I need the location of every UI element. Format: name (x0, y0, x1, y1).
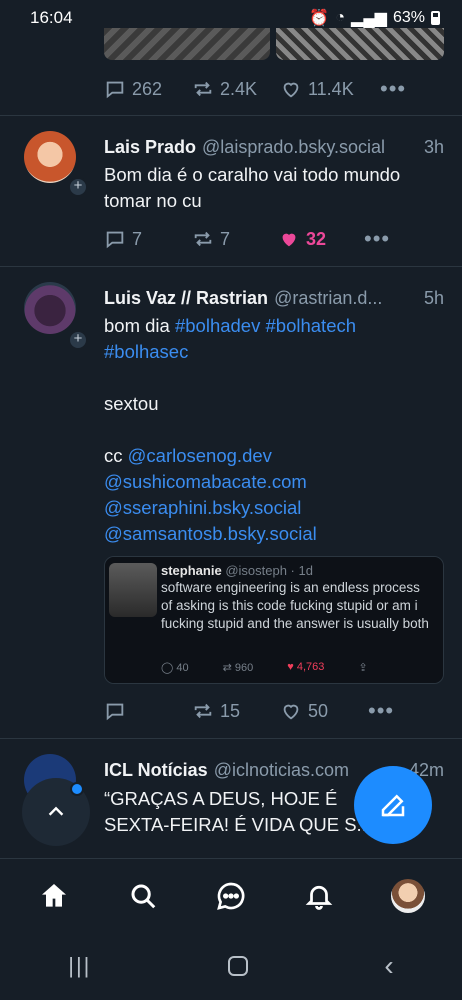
like-button[interactable]: 11.4K (280, 78, 380, 100)
post-text: bom dia #bolhadev #bolhatech #bolhasec s… (104, 315, 357, 544)
search-icon (131, 884, 155, 908)
back-icon[interactable]: ‹ (384, 950, 393, 982)
quoted-retweets: ⇄ 960 (222, 662, 254, 674)
author-name[interactable]: Lais Prado (104, 137, 196, 158)
heart-icon (283, 704, 299, 720)
repost-icon (194, 703, 212, 719)
mention-link[interactable]: @carlosenog.dev (128, 445, 272, 466)
follow-plus-icon[interactable]: + (68, 330, 88, 350)
quoted-text: software engineering is an endless proce… (161, 580, 429, 631)
repost-button[interactable]: 2.4K (192, 78, 280, 100)
quoted-stats: ◯ 40 ⇄ 960 ♥ 4,763 ⇪ (161, 661, 368, 674)
hashtag-link[interactable]: #bolhatech (266, 315, 357, 336)
like-button[interactable]: 32 (278, 228, 364, 250)
divider (0, 738, 462, 739)
reply-button[interactable]: 262 (104, 78, 192, 100)
divider (0, 266, 462, 267)
reply-button[interactable]: 7 (104, 228, 192, 250)
quoted-avatar (109, 563, 157, 617)
post-text: Bom dia é o caralho vai todo mundo tomar… (104, 164, 401, 211)
repost-button[interactable]: 15 (192, 700, 280, 722)
mention-link[interactable]: @samsantosb.bsky.social (104, 523, 317, 544)
post-time: 3h (423, 137, 444, 157)
chevron-up-icon (48, 806, 64, 816)
battery-level: 63% (392, 9, 425, 26)
tab-home[interactable] (30, 872, 78, 920)
tab-notifications[interactable] (295, 872, 343, 920)
author-handle[interactable]: @laisprado.bsky.social (202, 137, 416, 158)
mention-link[interactable]: @sseraphini.bsky.social (104, 497, 301, 518)
divider (0, 115, 462, 116)
status-icons: ⏰ ◔ ▂▄▆ 63% (309, 8, 440, 28)
quoted-author: stephanie @isosteph · 1d (161, 563, 313, 578)
like-button[interactable]: 50 (280, 700, 368, 722)
post-actions: 7 7 32 ••• (104, 226, 390, 252)
hashtag-link[interactable]: #bolhadev (175, 315, 260, 336)
system-nav-bar: ||| ‹ (0, 932, 462, 1000)
previous-post-actions: 262 2.4K 11.4K ••• (104, 76, 406, 102)
post-actions: 15 50 ••• (104, 698, 394, 724)
quoted-likes: ♥ 4,763 (287, 661, 325, 673)
tab-chat[interactable] (207, 872, 255, 920)
more-options-button[interactable]: ••• (364, 226, 390, 252)
reply-icon (106, 231, 124, 249)
post-time: 5h (423, 288, 444, 308)
bottom-tab-bar (0, 858, 462, 932)
reply-icon (106, 703, 124, 721)
repost-button[interactable]: 7 (192, 228, 278, 250)
author-handle[interactable]: @rastrian.d... (274, 288, 416, 309)
avatar[interactable] (24, 282, 76, 334)
share-icon: ⇪ (358, 662, 368, 674)
avatar[interactable] (24, 131, 76, 183)
embedded-image[interactable]: stephanie @isosteph · 1d software engine… (104, 556, 444, 684)
compose-icon (381, 794, 405, 817)
reply-icon (106, 81, 124, 99)
feed: 262 2.4K 11.4K ••• + Lais Prado @laispra… (0, 0, 462, 858)
tab-profile[interactable] (384, 872, 432, 920)
signal-icon: ▂▄▆ (351, 10, 387, 27)
quoted-replies: ◯ 40 (161, 662, 189, 674)
author-name[interactable]: ICL Notícias (104, 760, 208, 781)
repost-icon (194, 231, 212, 247)
heart-icon (283, 82, 299, 98)
reply-button[interactable] (104, 700, 192, 722)
battery-icon (431, 11, 440, 25)
clock: 16:04 (30, 8, 73, 27)
heart-filled-icon (282, 233, 296, 247)
home-circle-icon[interactable] (227, 956, 248, 976)
new-posts-indicator (70, 782, 84, 796)
mention-link[interactable]: @sushicomabacate.com (104, 471, 307, 492)
follow-plus-icon[interactable]: + (68, 177, 88, 197)
chat-icon (217, 882, 245, 910)
post-header: Luis Vaz // Rastrian @rastrian.d... 5h (104, 288, 444, 309)
status-bar: 16:04 ⏰ ◔ ▂▄▆ 63% (0, 0, 462, 36)
compose-button[interactable] (354, 766, 432, 844)
repost-icon (194, 81, 212, 97)
author-name[interactable]: Luis Vaz // Rastrian (104, 288, 268, 309)
home-icon (42, 883, 67, 907)
profile-avatar (390, 878, 425, 913)
bell-icon (306, 885, 333, 910)
tab-search[interactable] (119, 872, 167, 920)
recents-icon[interactable]: ||| (68, 953, 91, 979)
hashtag-link[interactable]: #bolhasec (104, 341, 188, 362)
alarm-icon: ⏰ (309, 10, 330, 27)
screenshot-tweet: stephanie @isosteph · 1d software engine… (105, 557, 443, 683)
more-options-button[interactable]: ••• (380, 76, 406, 102)
post-header: Lais Prado @laisprado.bsky.social 3h (104, 137, 444, 158)
more-options-button[interactable]: ••• (368, 698, 394, 724)
wifi-icon: ◔ (335, 9, 346, 26)
